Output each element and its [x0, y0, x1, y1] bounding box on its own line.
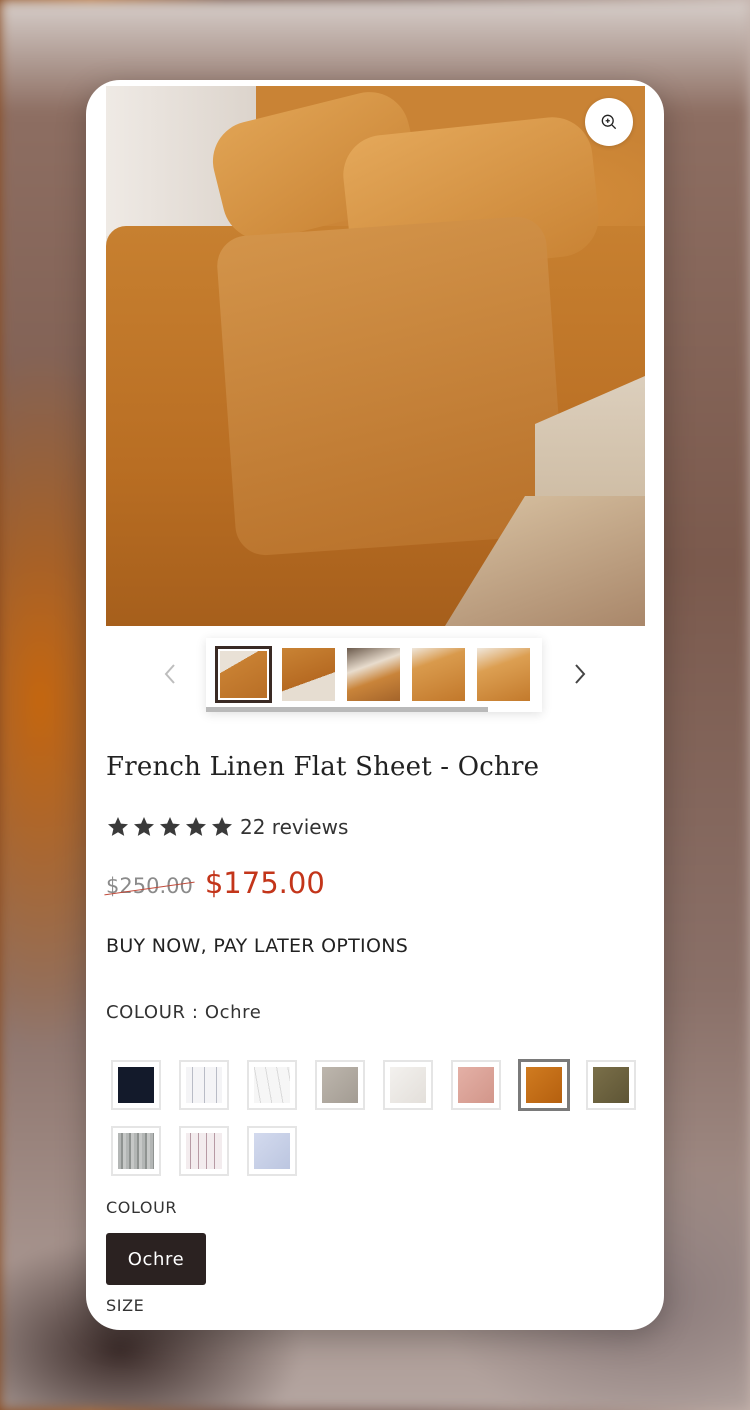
thumbnail-strip [206, 638, 542, 712]
star-icon [134, 817, 154, 836]
zoom-button[interactable] [585, 98, 633, 146]
chevron-right-icon [575, 664, 586, 684]
colour-label: COLOUR : Ochre [106, 1002, 262, 1023]
thumbnail-4[interactable] [410, 646, 467, 703]
compare-at-price: $250.00 [106, 874, 193, 898]
thumbnail-5[interactable] [475, 646, 532, 703]
swatch-9[interactable] [111, 1126, 161, 1176]
thumbnail-1[interactable] [215, 646, 272, 703]
thumbnail-3[interactable] [345, 646, 402, 703]
swatch-3[interactable] [247, 1060, 297, 1110]
image-sheet [215, 214, 567, 558]
thumbnail-2[interactable] [280, 646, 337, 703]
product-card: French Linen Flat Sheet - Ochre 22 revie… [86, 80, 664, 1330]
zoom-in-icon [601, 114, 617, 130]
product-main-image[interactable] [106, 86, 645, 626]
carousel-next-button[interactable] [566, 656, 594, 692]
colour-option-ochre-button[interactable]: Ochre [106, 1233, 206, 1285]
product-title: French Linen Flat Sheet - Ochre [106, 752, 540, 782]
swatch-6[interactable] [451, 1060, 501, 1110]
sale-price: $175.00 [204, 866, 325, 900]
thumbnail-carousel [86, 638, 664, 714]
star-icon [108, 817, 128, 836]
swatch-4[interactable] [315, 1060, 365, 1110]
star-icon [160, 817, 180, 836]
swatch-7-selected[interactable] [518, 1059, 570, 1111]
swatch-8[interactable] [586, 1060, 636, 1110]
carousel-prev-button[interactable] [156, 656, 184, 692]
swatch-1[interactable] [111, 1060, 161, 1110]
swatch-10[interactable] [179, 1126, 229, 1176]
bnpl-options-link[interactable]: BUY NOW, PAY LATER OPTIONS [106, 935, 408, 957]
colour-option-label: COLOUR [106, 1198, 178, 1217]
rating-row[interactable]: 22 reviews [106, 815, 348, 839]
swatch-5[interactable] [383, 1060, 433, 1110]
star-icon [212, 817, 232, 836]
star-icon [186, 817, 206, 836]
chevron-left-icon [164, 664, 175, 684]
swatch-11[interactable] [247, 1126, 297, 1176]
size-option-label: SIZE [106, 1296, 145, 1315]
swatch-2[interactable] [179, 1060, 229, 1110]
reviews-link[interactable]: 22 reviews [240, 815, 348, 839]
price-row: $250.00 $175.00 [106, 866, 325, 900]
thumbnail-scrollbar[interactable] [206, 707, 488, 712]
